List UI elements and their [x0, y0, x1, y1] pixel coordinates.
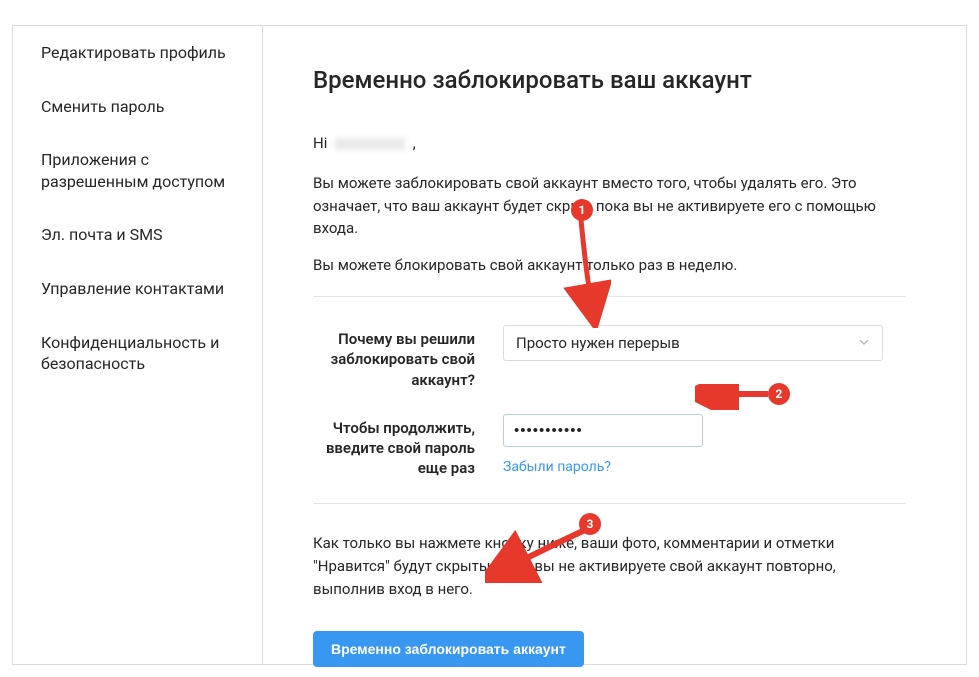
annotation-badge-3: 3: [579, 513, 601, 535]
settings-sidebar: Редактировать профиль Сменить пароль При…: [13, 26, 263, 664]
final-info-text: Как только вы нажмете кнопку ниже, ваши …: [313, 532, 906, 602]
sidebar-item-privacy-security[interactable]: Конфиденциальность и безопасность: [13, 316, 262, 391]
annotation-badge-1: 1: [571, 199, 593, 221]
info-text-2: Вы можете блокировать свой аккаунт тольк…: [313, 254, 906, 277]
main-content: Временно заблокировать ваш аккаунт Hi , …: [263, 26, 966, 664]
sidebar-item-authorized-apps[interactable]: Приложения с разрешенным доступом: [13, 133, 262, 208]
sidebar-item-change-password[interactable]: Сменить пароль: [13, 80, 262, 134]
reason-select[interactable]: Просто нужен перерыв: [503, 325, 883, 361]
username-masked: [335, 138, 405, 150]
divider-2: [313, 503, 906, 504]
sidebar-item-email-sms[interactable]: Эл. почта и SMS: [13, 208, 262, 262]
reason-select-value: Просто нужен перерыв: [516, 334, 680, 352]
password-label: Чтобы продолжить, введите свой пароль ещ…: [313, 414, 503, 479]
info-text-1: Вы можете заблокировать свой аккаунт вме…: [313, 172, 906, 240]
reason-label: Почему вы решили заблокировать свой акка…: [313, 325, 503, 390]
page-title: Временно заблокировать ваш аккаунт: [313, 66, 906, 94]
password-input[interactable]: [503, 414, 703, 447]
sidebar-item-edit-profile[interactable]: Редактировать профиль: [13, 26, 262, 80]
greeting-text: Hi ,: [313, 134, 906, 152]
chevron-down-icon: [858, 336, 870, 351]
annotation-badge-2: 2: [768, 383, 790, 405]
forgot-password-link[interactable]: Забыли пароль?: [503, 459, 611, 475]
sidebar-item-manage-contacts[interactable]: Управление контактами: [13, 262, 262, 316]
divider: [313, 296, 906, 297]
disable-account-button[interactable]: Временно заблокировать аккаунт: [313, 631, 584, 667]
